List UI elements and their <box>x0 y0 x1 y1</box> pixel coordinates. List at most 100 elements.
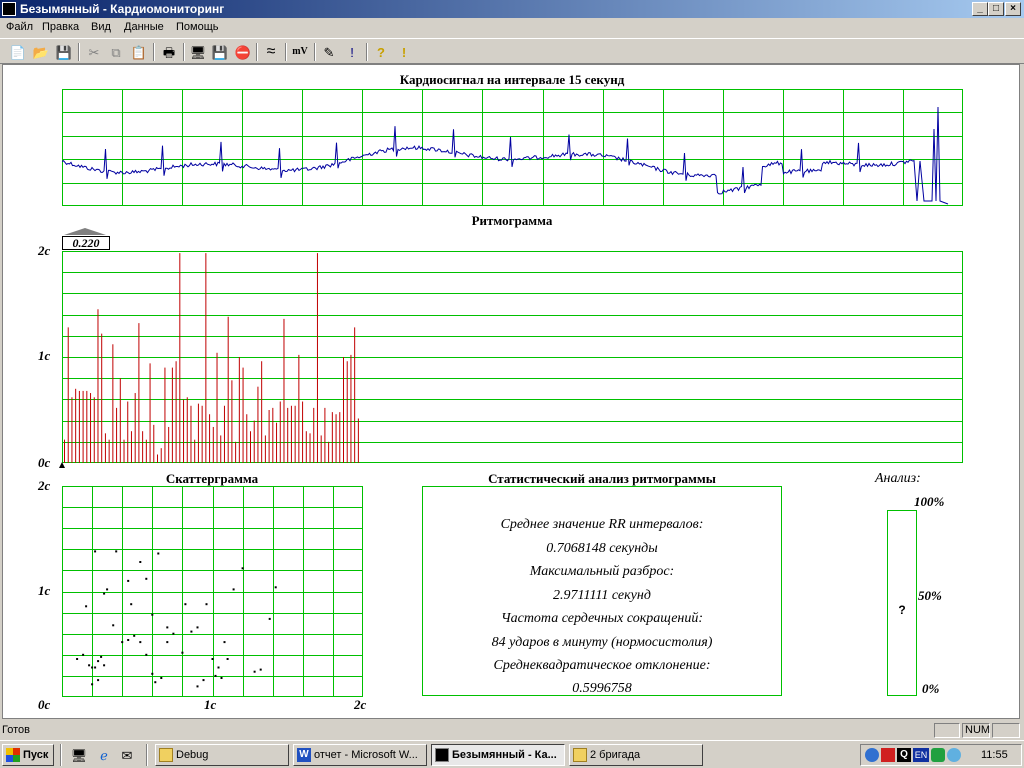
toolbar-separator <box>78 43 80 61</box>
clock: 11:55 <box>981 749 1008 761</box>
scatter-point <box>139 561 142 563</box>
messenger-icon[interactable] <box>931 748 945 762</box>
open-folder-icon[interactable]: 📂 <box>31 42 51 62</box>
edit-pen-icon[interactable]: ✎ <box>319 42 339 62</box>
scatter-point <box>94 550 97 553</box>
analysis-title: Анализ: <box>875 471 921 486</box>
scatter-point <box>94 666 97 669</box>
network-icon[interactable] <box>865 748 879 762</box>
show-desktop-icon[interactable]: 🖥 <box>69 745 89 765</box>
scatter-point <box>127 639 130 641</box>
scatter-point <box>166 641 169 644</box>
stats-hr-label: Частота сердечных сокращений: <box>500 611 704 626</box>
system-tray: Q EN 11:55 <box>860 744 1022 766</box>
print-icon[interactable]: 🖶 <box>159 42 179 62</box>
language-indicator[interactable]: EN <box>913 748 929 762</box>
status-panel-scroll <box>992 723 1020 738</box>
stop-icon[interactable]: ⛔ <box>233 42 253 62</box>
paste-icon[interactable]: 📋 <box>129 42 149 62</box>
scatter-point <box>202 679 205 682</box>
taskbar: Пуск 🖥 ℯ ✉ Debug W отчет - Microsoft W..… <box>0 740 1024 768</box>
task-brigade[interactable]: 2 бригада <box>569 744 703 766</box>
scatter-point <box>181 651 184 654</box>
scatter-point <box>160 677 163 679</box>
menu-data[interactable]: Данные <box>124 21 164 33</box>
copy-icon[interactable]: ⧉ <box>106 42 126 62</box>
cardio-app-icon <box>435 748 449 762</box>
waveform-icon[interactable]: ≈ <box>261 42 281 62</box>
minimize-button[interactable]: _ <box>972 2 988 16</box>
stats-sd-value: 0.5996758 <box>572 681 632 696</box>
help-question-icon[interactable]: ? <box>371 42 391 62</box>
scatter-point <box>100 655 103 658</box>
monitor-icon[interactable]: 🖥 <box>188 42 208 62</box>
menu-view[interactable]: Вид <box>91 21 111 33</box>
menu-file[interactable]: Файл <box>6 21 33 33</box>
scatter-y-0: 0с <box>38 697 51 712</box>
scatter-y-1: 1с <box>38 583 51 598</box>
scatter-point <box>115 550 118 553</box>
help-exclamation-icon[interactable]: ! <box>394 42 414 62</box>
scatter-point <box>82 653 85 656</box>
scatter-point <box>217 666 220 669</box>
scatter-point <box>103 664 106 667</box>
scatter-point <box>85 605 88 608</box>
scatter-point <box>268 617 271 620</box>
scatter-point <box>127 579 130 582</box>
stats-hr-value: 84 ударов в минуту (нормосистолия) <box>491 635 713 650</box>
menu-bar: Файл Правка Вид Данные Помощь <box>0 18 1024 38</box>
cut-icon[interactable]: ✂ <box>84 42 104 62</box>
millivolt-icon[interactable]: mV <box>290 42 310 62</box>
analysis-50: 50% <box>918 588 942 603</box>
disk-icon[interactable]: 💾 <box>210 42 230 62</box>
scatter-point <box>88 664 91 667</box>
stats-panel: Среднее значение RR интервалов: 0.706814… <box>422 486 782 696</box>
save-icon[interactable]: 💾 <box>54 42 74 62</box>
volume-icon[interactable] <box>947 748 961 762</box>
scatter-x-1: 1с <box>204 697 217 712</box>
status-text: Готов <box>2 724 30 736</box>
toolbar: 📄 📂 💾 ✂ ⧉ 📋 🖶 🖥 💾 ⛔ ≈ mV ✎ ! ? ! <box>0 38 1024 64</box>
scatter-point <box>223 641 226 644</box>
antivirus-icon[interactable] <box>881 748 895 762</box>
task-word[interactable]: W отчет - Microsoft W... <box>293 744 427 766</box>
scatter-point <box>91 666 94 669</box>
toolbar-separator <box>314 43 316 61</box>
document-info-icon[interactable]: ! <box>342 42 362 62</box>
scatter-point <box>91 683 94 686</box>
status-panel-num: NUM <box>962 723 990 738</box>
close-button[interactable]: × <box>1005 2 1021 16</box>
start-button[interactable]: Пуск <box>2 744 54 766</box>
scatter-point <box>253 670 256 673</box>
toolbar-separator <box>153 43 155 61</box>
menu-edit[interactable]: Правка <box>42 21 79 33</box>
task-debug[interactable]: Debug <box>155 744 289 766</box>
outlook-express-icon[interactable]: ✉ <box>117 745 137 765</box>
scatter-point <box>157 552 160 555</box>
rhythm-marker-label[interactable]: 0.220 <box>62 236 110 250</box>
grid-border <box>62 486 363 697</box>
quicktime-icon[interactable]: Q <box>897 748 911 762</box>
title-bar: Безымянный - Кардиомониторинг _ □ × <box>0 0 1024 18</box>
cursor-triangle-icon[interactable] <box>59 462 65 468</box>
task-brigade-label: 2 бригада <box>590 749 641 761</box>
toolbar-separator <box>183 43 185 61</box>
stats-sd-label: Среднеквадратическое отклонение: <box>493 658 711 673</box>
scatter-point <box>196 626 199 629</box>
toolbar-separator <box>366 43 368 61</box>
menu-help[interactable]: Помощь <box>176 21 219 33</box>
scatter-point <box>172 632 175 635</box>
rhythm-y-0: 0с <box>38 455 51 470</box>
stats-range-label: Максимальный разброс: <box>529 564 675 579</box>
scatter-point <box>76 658 79 660</box>
task-cardio[interactable]: Безымянный - Ка... <box>431 744 565 766</box>
internet-explorer-icon[interactable]: ℯ <box>94 745 114 765</box>
scatter-point <box>97 660 100 663</box>
scatter-point <box>274 586 277 589</box>
marker-arrow-icon <box>64 228 106 235</box>
maximize-button[interactable]: □ <box>988 2 1004 16</box>
new-file-icon[interactable]: 📄 <box>8 42 28 62</box>
app-icon[interactable] <box>2 2 16 16</box>
window-title: Безымянный - Кардиомониторинг <box>20 2 225 16</box>
folder-icon <box>573 748 587 762</box>
